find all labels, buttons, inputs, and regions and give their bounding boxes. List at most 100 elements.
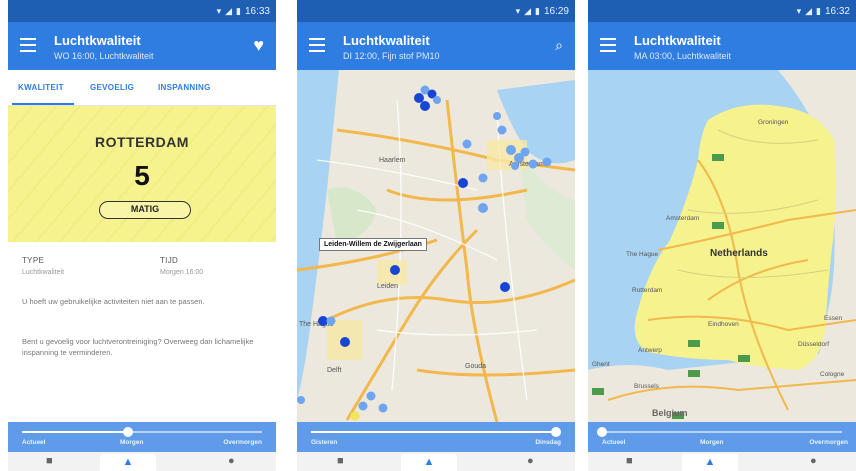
app-title: Luchtkwaliteit [634,33,721,48]
station-marker[interactable] [340,337,350,347]
map-label-cologne: Cologne [820,371,845,378]
station-marker[interactable] [478,203,488,213]
map-label-leiden: Leiden [377,283,398,290]
map-label-dusseldorf: Düsseldorf [798,341,829,348]
station-marker[interactable] [350,411,360,421]
timeline-label-dinsdag[interactable]: Dinsdag [535,439,561,446]
wifi-icon: ▾ [796,5,802,16]
station-marker[interactable] [366,391,376,401]
map-label-brussels: Brussels [634,383,660,390]
timeline-label-morgen[interactable]: Morgen [700,439,723,446]
menu-icon[interactable] [600,38,616,52]
map-icon[interactable]: ▲ [100,454,156,471]
timeline-fill [311,431,561,433]
wifi-icon: ▾ [216,5,222,16]
tab-kwaliteit[interactable]: KWALITEIT [18,83,64,92]
station-callout[interactable]: Leiden-Willem de Zwijgerlaan [319,238,427,251]
settings-icon[interactable]: ● [228,456,235,467]
map-label-eindhoven: Eindhoven [708,321,739,328]
search-icon[interactable]: ⌕ [555,38,563,52]
menu-icon[interactable] [309,38,325,52]
map-label-ghent: Ghent [592,361,610,368]
timeline-thumb[interactable] [122,427,133,437]
station-marker[interactable] [497,125,507,135]
map-label-the-hague: The Hague [626,251,659,258]
tab-inspanning[interactable]: INSPANNING [158,83,211,92]
tab-bar: KWALITEIT GEVOELIG INSPANNING [8,70,276,106]
station-marker[interactable] [542,157,552,167]
home-icon[interactable]: ■ [626,456,633,467]
station-marker[interactable] [458,178,468,188]
map-label-antwerp: Antwerp [638,347,662,354]
app-bar: Luchtkwaliteit WO 16:00, Luchtkwaliteit … [8,22,276,70]
signal-icon: ◢ [805,5,813,16]
screen-country-map: ▾ ◢ ▮ 16:32 Luchtkwaliteit MA 03:00, Luc… [588,0,856,471]
station-marker[interactable] [528,159,538,169]
timeline-label-gisteren[interactable]: Gisteren [311,439,337,446]
station-marker[interactable] [420,101,430,111]
status-bar: ▾ ◢ ▮ 16:29 [297,0,575,22]
timeline-label-actueel[interactable]: Actueel [22,439,45,446]
map-label-haarlem: Haarlem [379,157,406,164]
battery-icon: ▮ [535,5,540,16]
timeline-label-morgen[interactable]: Morgen [120,439,143,446]
station-marker[interactable] [390,265,400,275]
settings-icon[interactable]: ● [810,456,817,467]
station-marker[interactable] [500,282,510,292]
map-label-delft: Delft [327,367,341,374]
app-title: Luchtkwaliteit [54,33,141,48]
status-bar: ▾ ◢ ▮ 16:32 [588,0,856,22]
map-icon[interactable]: ▲ [401,454,457,471]
timeline-bar: Gisteren Dinsdag [297,422,575,452]
quality-level-badge: MATIG [99,201,191,219]
map-label-gouda: Gouda [465,363,486,370]
wifi-icon: ▾ [515,5,521,16]
battery-icon: ▮ [236,5,241,16]
bottom-nav: ■ ▲ ● [8,452,276,471]
station-marker[interactable] [506,145,516,155]
station-marker[interactable] [511,162,519,170]
timeline-thumb[interactable] [551,427,561,437]
station-marker[interactable] [378,403,388,413]
quality-card: ROTTERDAM 5 MATIG [8,106,276,242]
map-label-belgium: Belgium [652,408,688,418]
timeline-track[interactable] [311,427,561,437]
station-marker[interactable] [462,139,472,149]
timeline-bar: Actueel Morgen Overmorgen [588,422,856,452]
menu-icon[interactable] [20,38,36,52]
status-time: 16:32 [824,5,850,17]
station-marker[interactable] [414,93,424,103]
app-bar: Luchtkwaliteit MA 03:00, Luchtkwaliteit [588,22,856,70]
app-subtitle: WO 16:00, Luchtkwaliteit [54,51,154,61]
map-label-amsterdam: Amsterdam [666,215,699,222]
heart-icon[interactable]: ♥ [253,36,264,54]
station-marker[interactable] [297,396,305,404]
tab-gevoelig[interactable]: GEVOELIG [90,83,134,92]
timeline-label-overmorgen[interactable]: Overmorgen [809,439,848,446]
station-marker[interactable] [358,401,368,411]
station-marker[interactable] [478,173,488,183]
timeline-thumb[interactable] [597,427,607,437]
info-section: TYPE Luchtkwaliteit TIJD Morgen 16:00 U … [8,242,276,422]
timeline-fill [22,431,128,433]
status-time: 16:33 [244,5,270,17]
settings-icon[interactable]: ● [527,456,534,467]
map-label-rotterdam: Rotterdam [632,287,662,294]
type-label: TYPE [22,256,45,265]
country-map[interactable]: Groningen Amsterdam The Hague Rotterdam … [588,70,856,422]
map-canvas[interactable]: Groningen Amsterdam The Hague Rotterdam … [588,70,856,422]
home-icon[interactable]: ■ [46,456,53,467]
station-marker[interactable] [493,112,501,120]
timeline-track[interactable] [597,427,842,437]
station-marker[interactable] [433,96,441,104]
app-bar: Luchtkwaliteit DI 12:00, Fijn stof PM10 … [297,22,575,70]
map-label-essen: Essen [824,315,842,322]
timeline-track[interactable] [22,427,262,437]
station-map[interactable]: Haarlem Amsterdam Leiden The Hague Gouda… [297,70,575,422]
map-icon[interactable]: ▲ [682,454,738,471]
station-marker[interactable] [326,316,336,326]
home-icon[interactable]: ■ [337,456,344,467]
timeline-label-overmorgen[interactable]: Overmorgen [223,439,262,446]
station-marker[interactable] [520,147,530,157]
timeline-label-actueel[interactable]: Actueel [602,439,625,446]
